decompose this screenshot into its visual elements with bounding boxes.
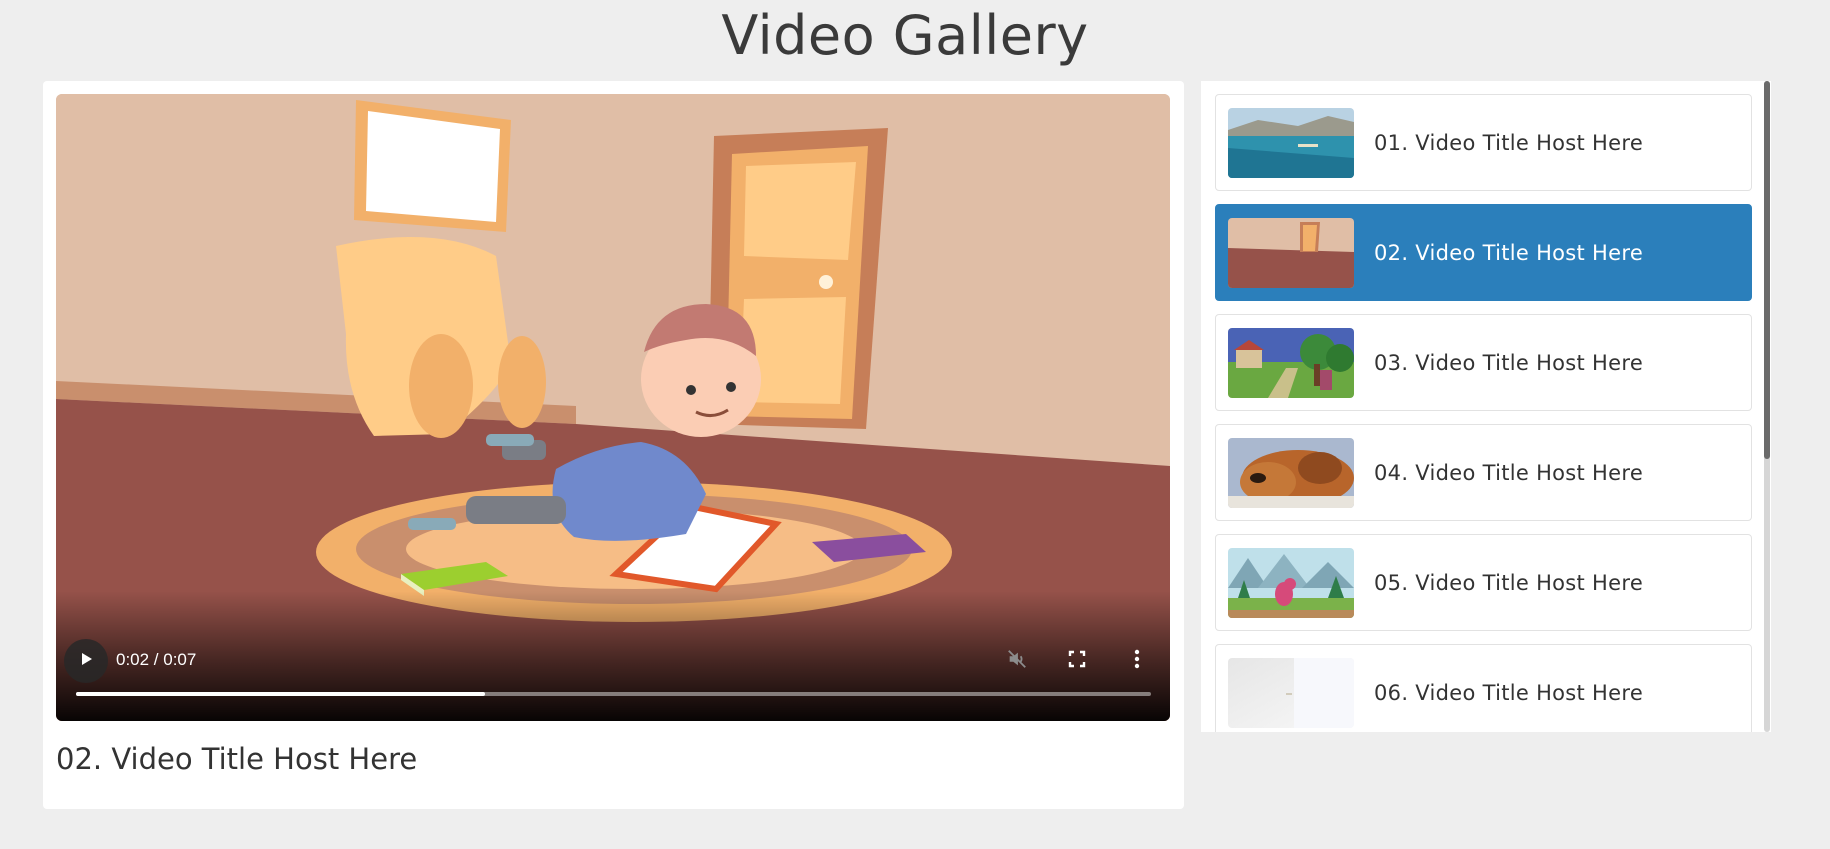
playlist-item[interactable]: 04. Video Title Host Here [1215,424,1752,521]
playlist-item-label: 01. Video Title Host Here [1374,130,1644,155]
progress-fill [76,692,485,696]
page-title: Video Gallery [721,4,1089,67]
playlist-item-label: 03. Video Title Host Here [1374,350,1644,375]
blank-thumbnail [1228,657,1354,728]
mute-button[interactable] [1002,646,1032,676]
cartoon-room-thumbnail [1228,217,1354,288]
cartoon-dinosaur-thumbnail [1228,547,1354,618]
playlist-item-label: 05. Video Title Host Here [1374,570,1644,595]
fullscreen-button[interactable] [1062,646,1092,676]
more-options-button[interactable] [1122,646,1152,676]
cartoon-village-thumbnail [1228,327,1354,398]
playlist-item-label: 06. Video Title Host Here [1374,680,1644,705]
playlist-item-label: 04. Video Title Host Here [1374,460,1644,485]
current-video-title: 02. Video Title Host Here [56,742,418,776]
playlist-item-label: 02. Video Title Host Here [1374,240,1644,265]
main-panel: 0:02 / 0:07 02. Video Title Host Here [43,81,1184,809]
fullscreen-icon [1067,649,1087,673]
time-display: 0:02 / 0:07 [116,650,197,669]
video-player[interactable]: 0:02 / 0:07 [56,94,1170,721]
playlist-item-active[interactable]: 02. Video Title Host Here [1215,204,1752,301]
dog-thumbnail [1228,437,1354,508]
playlist: 01. Video Title Host Here 02. Video Titl… [1201,81,1771,732]
playlist-item[interactable]: 03. Video Title Host Here [1215,314,1752,411]
playlist-scrollbar[interactable] [1764,81,1770,732]
playlist-item[interactable]: 01. Video Title Host Here [1215,94,1752,191]
playlist-item[interactable]: 05. Video Title Host Here [1215,534,1752,631]
mute-icon [1006,648,1028,674]
play-button[interactable] [64,639,108,683]
playlist-item[interactable]: 06. Video Title Host Here [1215,644,1752,732]
beach-coast-thumbnail [1228,107,1354,178]
progress-bar[interactable] [76,692,1151,696]
play-icon [78,651,94,671]
playlist-scrollbar-thumb[interactable] [1764,81,1770,459]
more-vert-icon [1134,649,1140,673]
